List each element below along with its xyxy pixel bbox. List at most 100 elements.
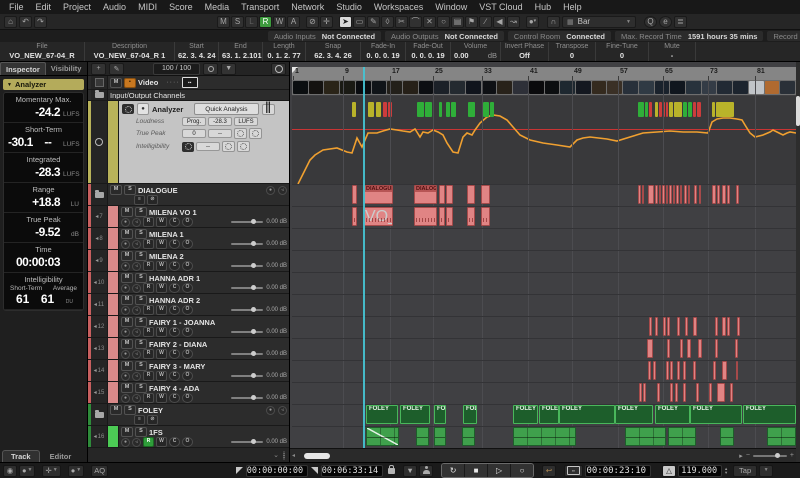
event-fairy-1-joanna[interactable]: [649, 317, 652, 336]
event-fairy-4-ada[interactable]: [670, 383, 673, 402]
event-dialogue-folder[interactable]: [638, 185, 641, 204]
menu-item-audio[interactable]: Audio: [103, 2, 126, 12]
event-milena-vo-1[interactable]: [446, 207, 453, 226]
phase-icon[interactable]: ⊘: [147, 415, 158, 425]
event-fairy-3-mary[interactable]: [666, 361, 669, 380]
status-audio-inputs[interactable]: Audio InputsNot Connected: [268, 31, 381, 41]
right-locator-icon[interactable]: [311, 467, 318, 474]
event-fairy-2-diana[interactable]: [687, 339, 691, 358]
write-automation-button[interactable]: W: [156, 261, 167, 271]
split-tool[interactable]: ✂: [395, 16, 408, 28]
lock-icon[interactable]: [388, 468, 395, 474]
volume-slider[interactable]: [231, 287, 263, 289]
event-dialogue-folder[interactable]: [481, 185, 490, 204]
volume-slider[interactable]: [231, 265, 263, 267]
color-tool[interactable]: ●▾: [526, 16, 539, 28]
read-automation-button[interactable]: R: [143, 327, 154, 337]
event-foley-folder[interactable]: FOLEY: [743, 405, 796, 424]
event-foley-folder[interactable]: FOLEY: [513, 405, 538, 424]
audio-record-mode-dropdown[interactable]: ●▼: [68, 465, 84, 477]
lock-icon[interactable]: ▪: [124, 78, 136, 88]
event-foley-folder[interactable]: FOLEY: [690, 405, 742, 424]
event-dialogue-folder[interactable]: [680, 185, 682, 204]
project-cursor[interactable]: [363, 67, 365, 448]
monitor-icon[interactable]: ◃: [132, 218, 141, 227]
record-enable-icon[interactable]: ●: [121, 438, 130, 447]
event-1fs[interactable]: [625, 427, 666, 446]
event-fairy-1-joanna[interactable]: [663, 317, 666, 336]
event-dialogue-folder[interactable]: [439, 185, 445, 204]
event-fairy-2-diana[interactable]: [698, 339, 702, 358]
auto-scroll-icon[interactable]: ✛: [320, 16, 333, 28]
automation-l-button[interactable]: L: [245, 16, 258, 28]
info-mute[interactable]: Mute-: [649, 42, 696, 61]
read-automation-button[interactable]: R: [143, 217, 154, 227]
range-selection-tool[interactable]: ▭: [353, 16, 366, 28]
play-button[interactable]: ▷: [488, 464, 511, 477]
status-record-format[interactable]: Record Format48 kHz - 24 bit: [767, 31, 800, 41]
group-edit-icon[interactable]: ≡: [134, 415, 145, 425]
monitor-icon[interactable]: ◃: [278, 406, 287, 415]
line-tool[interactable]: ∕: [479, 16, 492, 28]
event-fairy-2-diana[interactable]: [680, 339, 683, 358]
event-foley-folder[interactable]: FOLEY: [463, 405, 477, 424]
event-dialogue-folder[interactable]: [666, 185, 668, 204]
event-fairy-1-joanna[interactable]: [737, 317, 740, 336]
record-enable-icon[interactable]: ●: [121, 240, 130, 249]
mute-button[interactable]: M: [121, 251, 133, 261]
event-dialogue-folder[interactable]: [669, 185, 672, 204]
track-milena-1[interactable]: ◂8MSMILENA 1●◃RWCO0.00 dB: [88, 228, 289, 250]
menu-item-workspaces[interactable]: Workspaces: [374, 2, 423, 12]
output-button[interactable]: O: [182, 261, 193, 271]
channel-edit-button[interactable]: C: [169, 437, 180, 447]
add-track-button[interactable]: +: [91, 63, 106, 75]
event-fairy-1-joanna[interactable]: [727, 317, 730, 336]
zoom-slider[interactable]: [753, 455, 787, 457]
tap-tempo-button[interactable]: Tap: [733, 465, 757, 477]
info-start[interactable]: Start62. 3. 4. 24: [175, 42, 219, 61]
mute-button[interactable]: M: [121, 207, 133, 217]
analyzer-cell[interactable]: --: [196, 142, 220, 151]
info-file[interactable]: FileVO_NEW_67-04_R: [0, 42, 85, 61]
output-button[interactable]: O: [182, 283, 193, 293]
menu-item-studio[interactable]: Studio: [336, 2, 362, 12]
menu-item-midi[interactable]: MIDI: [138, 2, 157, 12]
event-fairy-1-joanna[interactable]: [722, 317, 726, 336]
track-hanna-adr-1[interactable]: ◂10MSHANNA ADR 1●◃RWCO0.00 dB: [88, 272, 289, 294]
automation-a-button[interactable]: A: [287, 16, 300, 28]
monitor-icon[interactable]: ◃: [132, 328, 141, 337]
quantize-button[interactable]: Q: [644, 16, 657, 28]
write-automation-button[interactable]: W: [156, 305, 167, 315]
event-fairy-4-ada[interactable]: [717, 383, 725, 402]
solo-button[interactable]: S: [124, 405, 136, 415]
channel-edit-button[interactable]: C: [169, 393, 180, 403]
info-description[interactable]: DescriptionVO_NEW_67-04_R 1: [85, 42, 175, 61]
read-automation-button[interactable]: R: [143, 305, 154, 315]
event-milena-vo-1[interactable]: [414, 207, 437, 226]
channel-edit-button[interactable]: C: [169, 217, 180, 227]
event-fairy-4-ada[interactable]: [643, 383, 646, 402]
edit-button[interactable]: e: [659, 16, 672, 28]
event-dialogue-folder[interactable]: [684, 185, 687, 204]
lines-icon[interactable]: ≣: [674, 16, 687, 28]
draw-tool[interactable]: ✎: [367, 16, 380, 28]
event-dialogue-folder[interactable]: [446, 185, 453, 204]
info-fine-tune[interactable]: Fine-Tune0: [596, 42, 649, 61]
event-1fs[interactable]: [416, 427, 429, 446]
volume-slider[interactable]: [231, 397, 263, 399]
folder-open-icon[interactable]: [91, 404, 108, 425]
folder-open-icon[interactable]: [91, 184, 108, 205]
event-fairy-3-mary[interactable]: [722, 361, 727, 380]
event-fairy-3-mary[interactable]: [683, 361, 686, 380]
output-button[interactable]: O: [182, 371, 193, 381]
monitor-icon[interactable]: ◃: [132, 438, 141, 447]
analyzer-section-header[interactable]: ▼ Analyzer: [3, 79, 84, 90]
record-enable-icon[interactable]: ●: [121, 372, 130, 381]
event-fairy-4-ada[interactable]: [696, 383, 699, 402]
record-enable-icon[interactable]: ●: [121, 284, 130, 293]
quick-analysis-button[interactable]: Quick Analysis: [194, 103, 258, 115]
write-automation-button[interactable]: W: [156, 437, 167, 447]
time-format-icon[interactable]: ▪▪: [564, 465, 583, 477]
event-dialogue-folder[interactable]: [722, 185, 726, 204]
timeline-ruler[interactable]: 19172533414957657381: [292, 67, 796, 81]
